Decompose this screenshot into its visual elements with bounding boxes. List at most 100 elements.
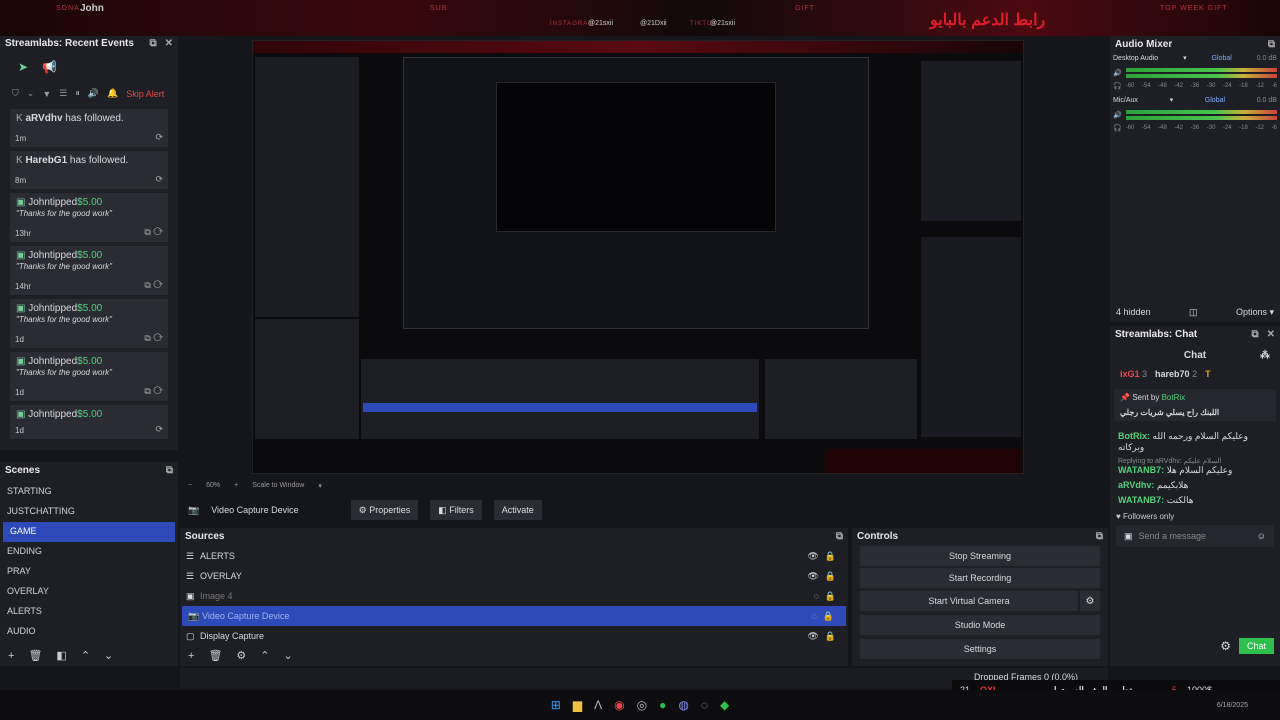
bell-icon[interactable]: 🔔: [107, 88, 118, 99]
chevron-down-icon[interactable]: ▾: [318, 482, 322, 490]
float-icon[interactable]: ⧉: [166, 465, 173, 476]
source-item[interactable]: ▢ Display Capture 👁🔒: [180, 626, 848, 646]
copy-replay-icons[interactable]: ⧉ ⟳: [144, 280, 163, 291]
scene-item-selected[interactable]: GAME: [3, 522, 175, 542]
headphones-icon[interactable]: 🎧: [1113, 82, 1122, 90]
users-icon[interactable]: ⁂: [1260, 350, 1270, 361]
float-icon[interactable]: ⧉: [1096, 531, 1103, 542]
properties-button[interactable]: ⚙ Properties: [350, 500, 419, 520]
visibility-lock-icons[interactable]: 👁🔒: [807, 631, 842, 642]
move-down-icon[interactable]: ⌄: [284, 649, 293, 662]
filter-icon[interactable]: ▼: [42, 89, 51, 99]
chevron-down-icon[interactable]: ▾: [1183, 54, 1187, 62]
layout-icon[interactable]: ◫: [1189, 307, 1198, 318]
megaphone-icon[interactable]: 📢: [42, 60, 57, 74]
stream-preview[interactable]: [252, 40, 1024, 474]
volume-icon[interactable]: 🔊: [88, 88, 99, 99]
gear-icon[interactable]: ⚙: [236, 649, 246, 662]
scene-item[interactable]: JUSTCHATTING: [0, 502, 178, 522]
close-icon[interactable]: ✕: [1267, 329, 1275, 340]
terminal-icon[interactable]: Λ: [594, 698, 602, 712]
volume-icon[interactable]: 🔊: [1113, 69, 1122, 77]
settings-button[interactable]: Settings: [860, 639, 1100, 659]
top-user[interactable]: hareb70 2: [1155, 369, 1197, 379]
event-item[interactable]: K aRVdhv has followed. 1m ⟳: [10, 109, 168, 147]
discord-icon[interactable]: ◍: [678, 698, 688, 712]
mic-aux-fader[interactable]: [1125, 110, 1277, 120]
copy-replay-icons[interactable]: ⧉ ⟳: [144, 227, 163, 238]
event-item[interactable]: ▣ Johntipped$5.00 "Thanks for the good w…: [10, 299, 168, 348]
scene-item[interactable]: STARTING: [0, 482, 178, 502]
folder-icon[interactable]: ▆: [573, 698, 582, 712]
event-item[interactable]: ▣ Johntipped$5.00 "Thanks for the good w…: [10, 193, 168, 242]
start-recording-button[interactable]: Start Recording: [860, 568, 1100, 588]
chat-input[interactable]: ▣ Send a message ☺: [1116, 525, 1274, 547]
desktop-audio-fader[interactable]: [1125, 68, 1277, 78]
filter-icon[interactable]: ◧: [56, 649, 66, 662]
close-icon[interactable]: ✕: [165, 38, 173, 49]
smile-icon[interactable]: ☺: [1257, 531, 1266, 541]
move-up-icon[interactable]: ⌃: [81, 649, 90, 662]
visibility-lock-icons[interactable]: 👁🔒: [807, 551, 842, 562]
pinned-message[interactable]: 📌 Sent by BotRix اللبنك راح يسلي شريات ر…: [1114, 389, 1276, 421]
shield-icon[interactable]: ⛉: [12, 88, 19, 99]
top-user[interactable]: T: [1205, 369, 1211, 379]
queue-icon[interactable]: ☰: [59, 88, 67, 99]
source-item[interactable]: ☰ OVERLAY 👁🔒: [180, 566, 848, 586]
emote-icon[interactable]: ▣: [1124, 531, 1133, 542]
visibility-lock-icons[interactable]: ◌🔒: [813, 591, 842, 602]
chevron-down-icon[interactable]: ⌄: [27, 88, 35, 99]
scene-item[interactable]: PRAY: [0, 562, 178, 582]
trash-icon[interactable]: 🗑: [208, 649, 222, 662]
zoom-out-icon[interactable]: −: [188, 482, 192, 490]
source-item-selected[interactable]: 📷 Video Capture Device ◌🔒: [182, 606, 846, 626]
float-icon[interactable]: ⧉: [149, 38, 156, 49]
spotify-icon[interactable]: ●: [659, 698, 666, 712]
add-scene-icon[interactable]: +: [8, 650, 14, 662]
float-icon[interactable]: ⧉: [1268, 39, 1275, 50]
trash-icon[interactable]: 🗑: [28, 649, 42, 662]
replay-icon[interactable]: ⟳: [155, 174, 163, 185]
source-item[interactable]: ☰ ALERTS 👁🔒: [180, 546, 848, 566]
move-down-icon[interactable]: ⌄: [104, 649, 113, 662]
move-up-icon[interactable]: ⌃: [260, 649, 269, 662]
event-item[interactable]: K HarebG1 has followed. 8m ⟳: [10, 151, 168, 189]
steam-icon[interactable]: ◎: [637, 698, 647, 712]
browser-icon[interactable]: ◉: [614, 698, 624, 712]
add-source-icon[interactable]: +: [188, 650, 194, 662]
visibility-lock-icons[interactable]: 👁🔒: [807, 571, 842, 582]
send-icon[interactable]: ➤: [18, 60, 28, 74]
copy-replay-icons[interactable]: ⧉ ⟳: [144, 333, 163, 344]
options-button[interactable]: Options ▾: [1236, 307, 1274, 318]
volume-icon[interactable]: 🔊: [1113, 111, 1122, 119]
start-virtual-camera-button[interactable]: Start Virtual Camera: [860, 591, 1078, 611]
stop-streaming-button[interactable]: Stop Streaming: [860, 546, 1100, 566]
replay-icon[interactable]: ⟳: [155, 132, 163, 143]
filters-button[interactable]: ◧ Filters: [430, 500, 482, 520]
float-icon[interactable]: ⧉: [836, 531, 843, 542]
scene-item[interactable]: OVERLAY: [0, 582, 178, 602]
hidden-count[interactable]: 4 hidden: [1116, 307, 1151, 317]
float-icon[interactable]: ⧉: [1251, 329, 1258, 340]
obs-icon[interactable]: ◌: [701, 698, 708, 712]
replay-icon[interactable]: ⟳: [155, 424, 163, 435]
zoom-in-icon[interactable]: +: [234, 482, 238, 490]
chevron-down-icon[interactable]: ▾: [1170, 96, 1174, 104]
skip-alert-button[interactable]: Skip Alert: [126, 89, 164, 99]
event-item[interactable]: ▣ Johntipped$5.00 "Thanks for the good w…: [10, 352, 168, 401]
visibility-lock-icons[interactable]: ◌🔒: [811, 611, 840, 622]
headphones-icon[interactable]: 🎧: [1113, 124, 1122, 132]
virtual-camera-settings-icon[interactable]: ⚙: [1080, 591, 1100, 611]
event-item[interactable]: ▣ Johntipped$5.00 1d ⟳: [10, 405, 168, 439]
gear-icon[interactable]: ⚙: [1220, 639, 1231, 653]
windows-icon[interactable]: ⊞: [551, 698, 561, 712]
studio-mode-button[interactable]: Studio Mode: [860, 615, 1100, 635]
pause-icon[interactable]: ⏸: [75, 88, 80, 99]
scene-item[interactable]: ALERTS: [0, 602, 178, 622]
event-item[interactable]: ▣ Johntipped$5.00 "Thanks for the good w…: [10, 246, 168, 295]
scene-item[interactable]: AUDIO: [0, 622, 178, 642]
scene-item[interactable]: ENDING: [0, 542, 178, 562]
copy-replay-icons[interactable]: ⧉ ⟳: [144, 386, 163, 397]
source-item[interactable]: ▣ Image 4 ◌🔒: [180, 586, 848, 606]
top-user[interactable]: ixG1 3: [1120, 369, 1147, 379]
